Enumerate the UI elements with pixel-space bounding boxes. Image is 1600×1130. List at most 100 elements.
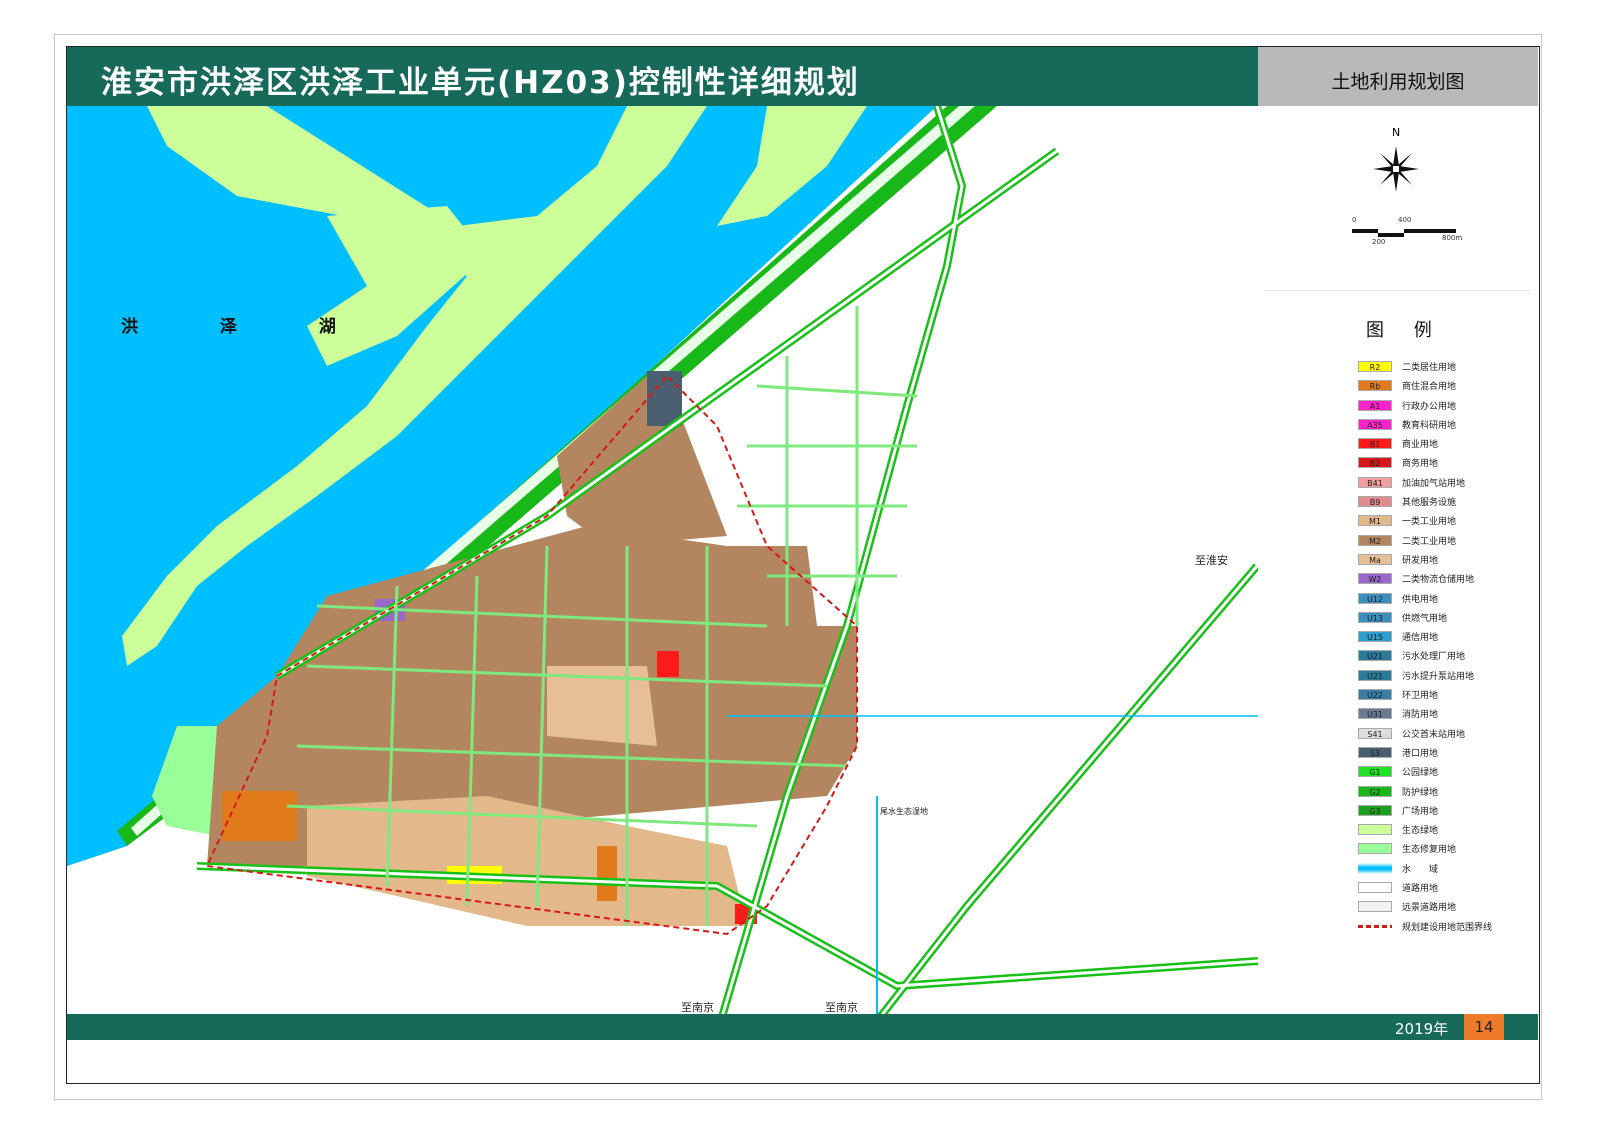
panel-title: 土地利用规划图 bbox=[1331, 71, 1465, 93]
legend-item: 水 域 bbox=[1358, 859, 1536, 878]
north-label: N bbox=[1392, 126, 1401, 139]
legend-swatch: A35 bbox=[1358, 418, 1392, 430]
legend-label: 行政办公用地 bbox=[1402, 401, 1457, 412]
legend-item: U21 污水处理厂用地 bbox=[1358, 646, 1536, 665]
legend-title: 图 例 bbox=[1366, 320, 1444, 341]
year-label: 2019年 bbox=[1395, 1020, 1449, 1038]
legend-item: 远景道路用地 bbox=[1358, 897, 1536, 916]
legend-swatch: M2 bbox=[1358, 534, 1392, 546]
legend-swatch: U12 bbox=[1358, 592, 1392, 604]
legend-label: 生态修复用地 bbox=[1402, 845, 1457, 856]
mixed-use-big bbox=[222, 791, 297, 841]
panel-divider bbox=[1264, 290, 1530, 291]
legend-label: 污水处理厂用地 bbox=[1402, 652, 1466, 663]
page-number: 14 bbox=[1464, 1014, 1504, 1040]
scale-bar: 0 400 200 800m bbox=[1352, 216, 1463, 246]
legend-item: Ma 研发用地 bbox=[1358, 550, 1536, 569]
legend-item: 规划建设用地范围界线 bbox=[1358, 917, 1536, 936]
legend-label: 商住混合用地 bbox=[1402, 382, 1457, 393]
legend-swatch bbox=[1358, 924, 1392, 928]
legend-item: G2 防护绿地 bbox=[1358, 782, 1536, 801]
lake-label: 洪 泽 湖 bbox=[121, 317, 374, 337]
legend-item: G3 广场用地 bbox=[1358, 801, 1536, 820]
legend-label: 一类工业用地 bbox=[1402, 517, 1457, 528]
legend-swatch: G3 bbox=[1358, 804, 1392, 816]
legend-item: S3 港口用地 bbox=[1358, 743, 1536, 762]
legend-item: B9 其他服务设施 bbox=[1358, 492, 1536, 511]
legend-swatch bbox=[1358, 843, 1392, 855]
legend-item: 生态修复用地 bbox=[1358, 839, 1536, 858]
legend-label: 消防用地 bbox=[1402, 710, 1439, 721]
legend-item: G1 公园绿地 bbox=[1358, 762, 1536, 781]
legend-label: 公交首末站用地 bbox=[1402, 729, 1466, 740]
legend-label: 供燃气用地 bbox=[1402, 613, 1448, 624]
legend-label: 商务用地 bbox=[1402, 459, 1439, 470]
legend-swatch: U21 bbox=[1358, 669, 1392, 681]
legend-swatch: U21 bbox=[1358, 650, 1392, 662]
legend-label: 通信用地 bbox=[1402, 633, 1439, 644]
legend-item: B41 加油加气站用地 bbox=[1358, 473, 1536, 492]
mixed-use-block bbox=[597, 846, 617, 901]
legend-item: U22 环卫用地 bbox=[1358, 685, 1536, 704]
legend-swatch: Rb bbox=[1358, 380, 1392, 392]
legend-item: U31 消防用地 bbox=[1358, 704, 1536, 723]
legend-label: 二类居住用地 bbox=[1402, 363, 1457, 373]
legend-label: 道路用地 bbox=[1402, 884, 1439, 895]
to-nanjing-label-2: 至南京 bbox=[825, 1001, 858, 1014]
legend-label: 港口用地 bbox=[1402, 748, 1439, 759]
title-bar: 淮安市洪泽区洪泽工业单元(HZ03)控制性详细规划 bbox=[67, 47, 1258, 106]
legend-item: S41 公交首末站用地 bbox=[1358, 724, 1536, 743]
legend-item: M2 二类工业用地 bbox=[1358, 531, 1536, 550]
legend-label: 其他服务设施 bbox=[1402, 498, 1457, 509]
scale-label-0: 0 bbox=[1352, 216, 1357, 224]
legend-item: 生态绿地 bbox=[1358, 820, 1536, 839]
legend-swatch: U31 bbox=[1358, 708, 1392, 720]
legend-list: R2 二类居住用地 Rb 商住混合用地 A1 行政办公用地 A35 教育科研用地 B1 商业用地 B… bbox=[1358, 357, 1536, 936]
legend-label: 环卫用地 bbox=[1402, 691, 1439, 702]
legend-label: 远景道路用地 bbox=[1402, 903, 1457, 914]
legend-swatch: B41 bbox=[1358, 476, 1392, 488]
legend-swatch: U13 bbox=[1358, 611, 1392, 623]
legend-swatch: S41 bbox=[1358, 727, 1392, 739]
legend-swatch: B1 bbox=[1358, 438, 1392, 450]
legend-item: W2 二类物流仓储用地 bbox=[1358, 569, 1536, 588]
scale-label-800: 800m bbox=[1442, 234, 1463, 242]
to-nanjing-label-1: 至南京 bbox=[681, 1001, 714, 1014]
panel-header: 土地利用规划图 bbox=[1258, 47, 1538, 106]
legend-swatch: W2 bbox=[1358, 573, 1392, 585]
legend-label: 广场用地 bbox=[1402, 806, 1439, 817]
legend-label: 二类物流仓储用地 bbox=[1402, 575, 1475, 586]
legend-item: U13 供燃气用地 bbox=[1358, 608, 1536, 627]
legend-label: 规划建设用地范围界线 bbox=[1402, 922, 1493, 933]
legend-swatch: B2 bbox=[1358, 457, 1392, 469]
side-panel: N 0 400 200 800m 图 例 R2 二类居住用地 Rb 商住混合用地 A1 行… bbox=[1258, 106, 1538, 1034]
legend-label: 二类工业用地 bbox=[1402, 536, 1457, 547]
legend-swatch: G2 bbox=[1358, 785, 1392, 797]
legend-label: 水 域 bbox=[1402, 864, 1439, 875]
legend-label: 生态绿地 bbox=[1402, 826, 1439, 837]
legend-swatch bbox=[1358, 901, 1392, 913]
legend-label: 防护绿地 bbox=[1402, 787, 1439, 798]
legend-item: U15 通信用地 bbox=[1358, 627, 1536, 646]
legend-swatch: Ma bbox=[1358, 553, 1392, 565]
legend-swatch: R2 bbox=[1358, 361, 1392, 372]
legend-swatch: M1 bbox=[1358, 515, 1392, 527]
wetland-label: 尾水生态湿地 bbox=[880, 807, 928, 816]
legend-label: 污水提升泵站用地 bbox=[1402, 671, 1475, 682]
legend-swatch bbox=[1358, 862, 1392, 874]
land-use-map[interactable]: 洪 泽 湖 至淮安 至南京 至南京 尾水生态湿地 bbox=[67, 106, 1258, 1034]
legend-item: B1 商业用地 bbox=[1358, 434, 1536, 453]
legend-item: A35 教育科研用地 bbox=[1358, 415, 1536, 434]
legend-swatch: U22 bbox=[1358, 689, 1392, 701]
legend-label: 供电用地 bbox=[1402, 594, 1439, 605]
legend-swatch: A1 bbox=[1358, 399, 1392, 411]
legend-swatch: G1 bbox=[1358, 766, 1392, 778]
legend-label: 研发用地 bbox=[1402, 555, 1439, 566]
legend-item: R2 二类居住用地 bbox=[1358, 357, 1536, 376]
legend-item: M1 一类工业用地 bbox=[1358, 511, 1536, 530]
legend-label: 公园绿地 bbox=[1402, 768, 1439, 779]
legend-swatch bbox=[1358, 882, 1392, 894]
legend-label: 商业用地 bbox=[1402, 440, 1439, 451]
legend-item: U21 污水提升泵站用地 bbox=[1358, 666, 1536, 685]
legend-swatch: U15 bbox=[1358, 631, 1392, 643]
